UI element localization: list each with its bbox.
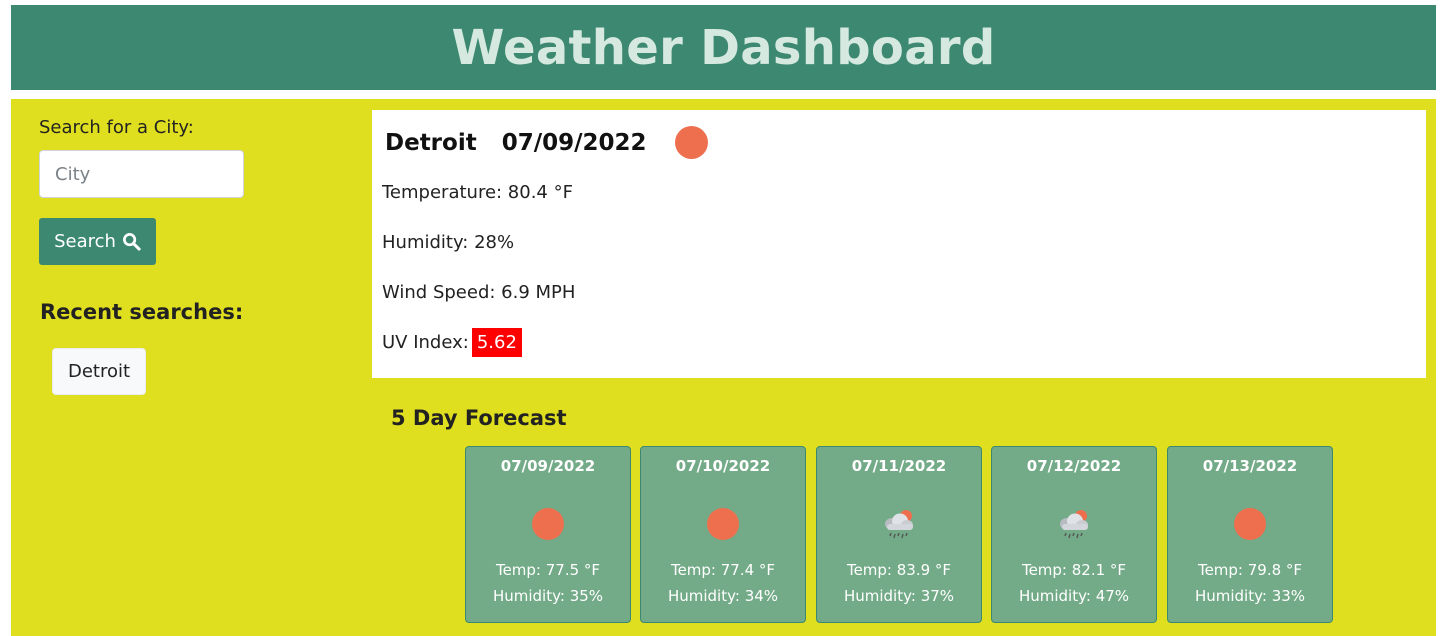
city-search-input[interactable] xyxy=(39,150,244,198)
forecast-card: 07/11/2022 Temp: 83.9 °F Humidity: 37% xyxy=(816,446,982,623)
forecast-card: 07/13/2022 Temp: 79.8 °F Humidity: 33% xyxy=(1167,446,1333,623)
forecast-humidity: Humidity: 35% xyxy=(492,587,604,605)
forecast-temp: Temp: 77.5 °F xyxy=(495,561,601,579)
search-button[interactable]: Search xyxy=(39,218,156,265)
current-city: Detroit xyxy=(385,129,477,156)
forecast-humidity: Humidity: 37% xyxy=(843,587,955,605)
current-date: 07/09/2022 xyxy=(501,129,647,156)
forecast-card: 07/12/2022 Temp: 82.1 °F Humidity: 47% xyxy=(991,446,1157,623)
page-title: Weather Dashboard xyxy=(451,19,996,76)
recent-searches-title: Recent searches: xyxy=(40,300,244,324)
current-temperature: Temperature: 80.4 °F xyxy=(382,182,573,203)
forecast-temp: Temp: 77.4 °F xyxy=(670,561,776,579)
rain-cloud-icon xyxy=(885,510,913,539)
sun-icon xyxy=(707,508,739,540)
search-icon xyxy=(122,233,141,251)
forecast-temp: Temp: 79.8 °F xyxy=(1197,561,1303,579)
forecast-date: 07/10/2022 xyxy=(675,457,771,475)
forecast-date: 07/12/2022 xyxy=(1026,457,1122,475)
search-label: Search for a City: xyxy=(39,117,194,138)
sun-icon xyxy=(1234,508,1266,540)
header-bar: Weather Dashboard xyxy=(11,5,1436,90)
current-weather-panel: Detroit 07/09/2022 Temperature: 80.4 °F … xyxy=(372,110,1426,378)
current-wind-speed: Wind Speed: 6.9 MPH xyxy=(382,282,576,303)
forecast-date: 07/13/2022 xyxy=(1202,457,1298,475)
current-humidity: Humidity: 28% xyxy=(382,232,515,253)
forecast-card: 07/10/2022 Temp: 77.4 °F Humidity: 34% xyxy=(640,446,806,623)
forecast-date: 07/11/2022 xyxy=(851,457,947,475)
sun-icon xyxy=(532,508,564,540)
rain-cloud-icon xyxy=(1060,510,1088,539)
current-uv-row: UV Index: 5.62 xyxy=(382,328,522,357)
forecast-title: 5 Day Forecast xyxy=(391,406,567,430)
forecast-humidity: Humidity: 33% xyxy=(1194,587,1306,605)
main-content: Search for a City: Search Recent searche… xyxy=(11,99,1436,636)
uv-label: UV Index: xyxy=(382,332,469,353)
forecast-humidity: Humidity: 34% xyxy=(667,587,779,605)
forecast-card: 07/09/2022 Temp: 77.5 °F Humidity: 35% xyxy=(465,446,631,623)
forecast-date: 07/09/2022 xyxy=(500,457,596,475)
current-weather-heading: Detroit 07/09/2022 xyxy=(385,126,708,159)
forecast-temp: Temp: 82.1 °F xyxy=(1021,561,1127,579)
search-button-label: Search xyxy=(54,231,116,252)
recent-search-item[interactable]: Detroit xyxy=(52,348,146,395)
sun-icon xyxy=(674,126,708,159)
uv-index-badge: 5.62 xyxy=(471,328,522,357)
forecast-humidity: Humidity: 47% xyxy=(1018,587,1130,605)
forecast-temp: Temp: 83.9 °F xyxy=(846,561,952,579)
